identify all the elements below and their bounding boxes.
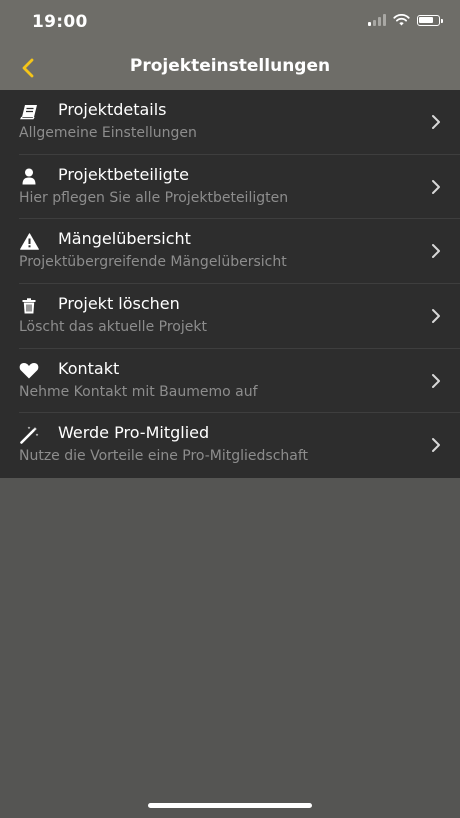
settings-item-projektdetails[interactable]: Projektdetails Allgemeine Einstellungen bbox=[0, 90, 460, 155]
home-indicator[interactable] bbox=[148, 803, 312, 808]
magic-wand-icon bbox=[19, 425, 39, 445]
settings-item-title: Werde Pro-Mitglied bbox=[58, 423, 210, 443]
project-settings-screen: 19:00 Projekteinstellungen Projektdetail… bbox=[0, 0, 460, 818]
status-icons bbox=[368, 14, 443, 26]
settings-item-title: Projekt löschen bbox=[58, 294, 180, 314]
settings-item-projekt-loeschen[interactable]: Projekt löschen Löscht das aktuelle Proj… bbox=[0, 284, 460, 349]
settings-item-maengeluebersicht[interactable]: Mängelübersicht Projektübergreifende Män… bbox=[0, 219, 460, 285]
status-time: 19:00 bbox=[32, 12, 88, 32]
chevron-right-icon bbox=[432, 244, 440, 259]
settings-item-pro-mitglied[interactable]: Werde Pro-Mitglied Nutze die Vorteile ei… bbox=[0, 413, 460, 478]
chevron-right-icon bbox=[432, 115, 440, 129]
book-icon bbox=[19, 102, 39, 122]
user-icon bbox=[19, 167, 39, 187]
page-title: Projekteinstellungen bbox=[129, 56, 331, 76]
settings-item-title: Projektbeteiligte bbox=[58, 164, 189, 184]
chevron-right-icon bbox=[432, 309, 440, 324]
settings-item-subtitle: Nehme Kontakt mit Baumemo auf bbox=[19, 383, 258, 400]
chevron-right-icon bbox=[432, 179, 440, 194]
warning-icon bbox=[19, 231, 39, 251]
settings-item-title: Mängelübersicht bbox=[58, 229, 191, 249]
heart-icon bbox=[19, 361, 39, 381]
battery-icon bbox=[417, 14, 443, 26]
chevron-right-icon bbox=[432, 438, 440, 453]
settings-item-projektbeteiligte[interactable]: Projektbeteiligte Hier pflegen Sie alle … bbox=[0, 155, 460, 220]
settings-item-subtitle: Löscht das aktuelle Projekt bbox=[19, 319, 207, 336]
settings-item-subtitle: Projektübergreifende Mängelübersicht bbox=[19, 254, 287, 271]
settings-item-subtitle: Nutze die Vorteile eine Pro-Mitgliedscha… bbox=[19, 448, 309, 465]
header: 19:00 Projekteinstellungen bbox=[0, 0, 460, 90]
chevron-right-icon bbox=[432, 373, 440, 388]
settings-list: Projektdetails Allgemeine Einstellungen … bbox=[0, 90, 460, 479]
wifi-icon bbox=[393, 14, 410, 26]
cellular-signal-icon bbox=[368, 14, 386, 26]
trash-icon bbox=[19, 296, 39, 316]
settings-item-kontakt[interactable]: Kontakt Nehme Kontakt mit Baumemo auf bbox=[0, 349, 460, 414]
settings-item-subtitle: Allgemeine Einstellungen bbox=[19, 125, 197, 141]
settings-item-title: Kontakt bbox=[58, 358, 120, 378]
settings-item-subtitle: Hier pflegen Sie alle Projektbeteiligten bbox=[19, 189, 289, 206]
settings-item-title: Projektdetails bbox=[58, 100, 167, 119]
